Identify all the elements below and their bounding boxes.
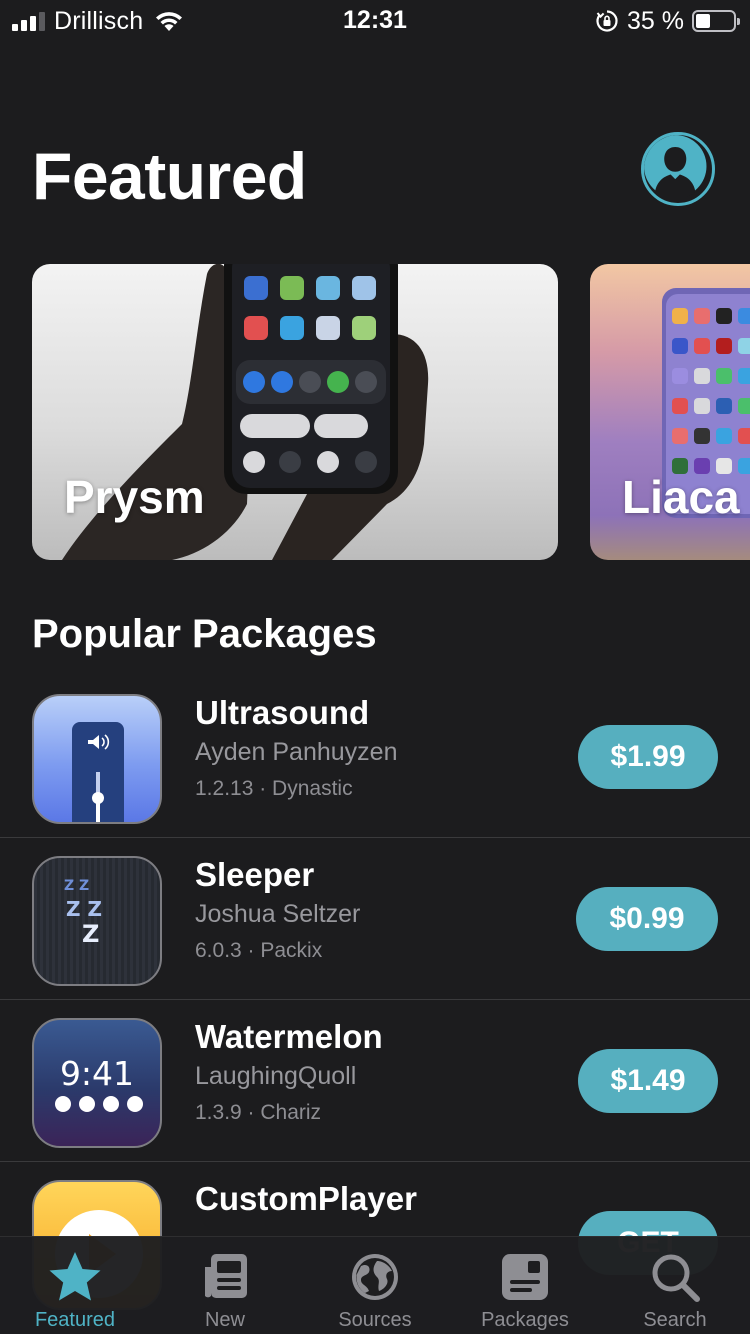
package-name: Sleeper xyxy=(195,856,315,893)
tab-featured[interactable]: Featured xyxy=(0,1237,150,1334)
package-author: Joshua Seltzer xyxy=(195,900,361,928)
svg-text:Z Z: Z Z xyxy=(66,897,102,921)
battery-percent: 35 % xyxy=(627,6,684,35)
package-name: Watermelon xyxy=(195,1018,383,1055)
package-name: Ultrasound xyxy=(195,694,370,731)
globe-icon xyxy=(352,1254,398,1300)
tab-sources[interactable]: Sources xyxy=(300,1237,450,1334)
featured-banner-prysm[interactable]: Prysm xyxy=(32,264,558,560)
tab-packages[interactable]: Packages xyxy=(450,1237,600,1334)
user-silhouette-icon xyxy=(644,135,707,199)
package-author: Ayden Panhuyzen xyxy=(195,738,398,766)
battery-icon xyxy=(692,10,740,32)
tab-label: New xyxy=(204,1309,245,1331)
profile-button[interactable] xyxy=(641,132,715,206)
package-row-watermelon[interactable]: 9:41 Watermelon LaughingQuoll 1.3.9 · Ch… xyxy=(0,1000,750,1162)
watermelon-app-icon: 9:41 xyxy=(32,1018,162,1148)
tab-search[interactable]: Search xyxy=(600,1237,750,1334)
search-icon xyxy=(652,1254,700,1302)
battery-tip xyxy=(737,18,740,25)
volume-slider-graphic xyxy=(72,722,124,822)
package-meta: 1.3.9 · Chariz xyxy=(195,1101,322,1124)
price-button[interactable]: $0.99 xyxy=(576,887,718,951)
package-row-ultrasound[interactable]: Ultrasound Ayden Panhuyzen 1.2.13 · Dyna… xyxy=(0,676,750,838)
svg-text:Z Z: Z Z xyxy=(64,878,89,894)
newspaper-icon xyxy=(205,1254,247,1298)
tab-label: Search xyxy=(643,1309,707,1331)
featured-banner-liaca[interactable]: Liaca xyxy=(590,264,750,560)
section-title-popular: Popular Packages xyxy=(32,612,377,656)
banner-label: Liaca xyxy=(622,471,740,523)
status-right: 35 % xyxy=(595,6,740,36)
page-title: Featured xyxy=(32,139,307,213)
sleeper-app-icon: Z Z Z Z Z xyxy=(32,856,162,986)
battery-level xyxy=(696,14,710,28)
svg-text:Z: Z xyxy=(82,920,99,948)
package-author: LaughingQuoll xyxy=(195,1062,357,1090)
package-meta: 1.2.13 · Dynastic xyxy=(195,777,353,800)
price-button[interactable]: $1.99 xyxy=(578,725,718,789)
package-name: CustomPlayer xyxy=(195,1180,417,1217)
tab-label: Sources xyxy=(338,1309,412,1331)
package-icon xyxy=(502,1254,548,1300)
tab-label: Packages xyxy=(481,1309,569,1331)
screen: Drillisch 12:31 35 % Featured Prysm Liac… xyxy=(0,0,750,1334)
package-meta: 6.0.3 · Packix xyxy=(195,939,323,962)
banner-label: Prysm xyxy=(64,471,205,523)
package-row-sleeper[interactable]: Z Z Z Z Z Sleeper Joshua Seltzer 6.0.3 ·… xyxy=(0,838,750,1000)
tab-new[interactable]: New xyxy=(150,1237,300,1334)
tab-bar: Featured New Sources Packages Search xyxy=(0,1236,750,1334)
ultrasound-app-icon xyxy=(32,694,162,824)
passcode-dots-graphic xyxy=(55,1096,143,1112)
price-button[interactable]: $1.49 xyxy=(578,1049,718,1113)
status-bar: Drillisch 12:31 35 % xyxy=(0,0,750,42)
rotation-lock-icon xyxy=(596,10,618,32)
star-icon xyxy=(49,1252,101,1301)
moon-graphic: Z Z Z Z Z xyxy=(56,876,138,961)
tab-label: Featured xyxy=(34,1309,116,1331)
